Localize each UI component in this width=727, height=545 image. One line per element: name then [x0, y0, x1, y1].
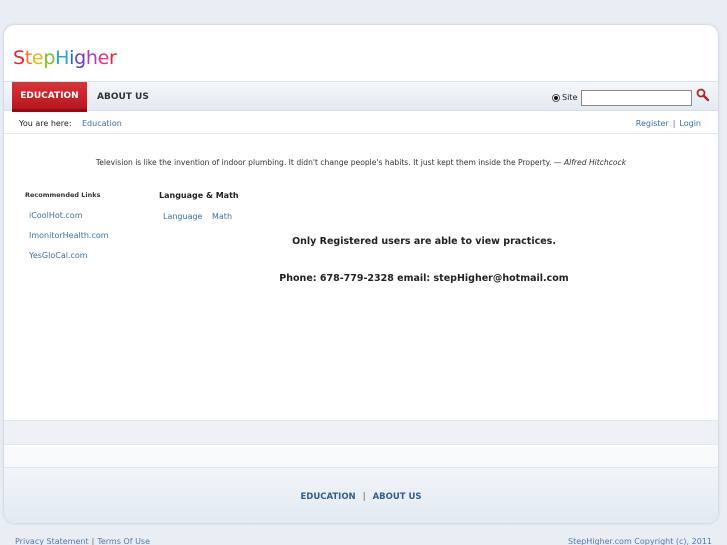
quote-text: Television is like the invention of indo…: [95, 158, 562, 167]
nav-education-tab[interactable]: EDUCATION: [12, 82, 87, 112]
breadcrumb-label: You are here:: [19, 119, 72, 128]
quote-author: Alfred Hitchcock: [563, 158, 627, 167]
quote: Television is like the invention of indo…: [4, 158, 718, 167]
account-links: Register | Login: [636, 119, 701, 128]
math-link[interactable]: Math: [212, 212, 232, 221]
logo-letter: r: [108, 47, 117, 69]
footer-spacer: [4, 447, 718, 467]
footer-band: [4, 420, 718, 445]
language-link[interactable]: Language: [163, 212, 202, 221]
legal-links: Privacy Statement | Terms Of Use: [15, 537, 150, 545]
search-icon[interactable]: [696, 88, 710, 102]
site-search-radio[interactable]: Site: [552, 93, 577, 102]
recommended-link-yesglocal[interactable]: YesGloCal.com: [29, 251, 88, 260]
privacy-statement-link[interactable]: Privacy Statement: [15, 537, 89, 545]
page-container: StepHigher EDUCATION ABOUT US Site You a…: [3, 24, 719, 524]
copyright-text: StepHigher.com Copyright (c), 2011: [568, 537, 712, 545]
registered-only-message: Only Registered users are able to view p…: [292, 236, 556, 247]
logo-letter: H: [55, 47, 70, 69]
recommended-links-title: Recommended Links: [25, 191, 101, 199]
site-logo[interactable]: StepHigher: [13, 47, 117, 69]
footer-about-us-link[interactable]: ABOUT US: [373, 492, 422, 502]
recommended-link-imonitorhealth[interactable]: ImonitorHealth.com: [29, 231, 109, 240]
login-link[interactable]: Login: [679, 119, 701, 128]
main-navbar: EDUCATION ABOUT US Site: [4, 81, 718, 112]
logo-letter: S: [13, 47, 25, 69]
account-separator: |: [672, 119, 676, 128]
radio-selected-icon[interactable]: [552, 93, 560, 102]
legal-separator: |: [91, 537, 95, 545]
search-input[interactable]: [581, 90, 692, 106]
logo-letter: h: [85, 47, 98, 69]
logo-letter: e: [97, 47, 110, 69]
footer-education-link[interactable]: EDUCATION: [300, 492, 355, 502]
logo-letter: t: [24, 47, 32, 69]
site-radio-label: Site: [562, 93, 578, 102]
logo-letter: g: [74, 47, 86, 69]
register-link[interactable]: Register: [636, 119, 669, 128]
logo-letter: e: [31, 47, 44, 69]
recommended-link-icoolhot[interactable]: iCoolHot.com: [29, 211, 83, 220]
terms-of-use-link[interactable]: Terms Of Use: [97, 537, 150, 545]
logo-letter: p: [43, 47, 56, 69]
footer-separator: |: [362, 491, 366, 502]
breadcrumb: You are here: Education Register | Login: [4, 112, 718, 134]
nav-about-us-tab[interactable]: ABOUT US: [97, 82, 149, 112]
footer-nav: EDUCATION | ABOUT US: [4, 467, 718, 523]
contact-info: Phone: 678-779-2328 email: stepHigher@ho…: [279, 273, 569, 284]
language-math-title: Language & Math: [159, 191, 239, 200]
breadcrumb-education-link[interactable]: Education: [82, 119, 122, 128]
